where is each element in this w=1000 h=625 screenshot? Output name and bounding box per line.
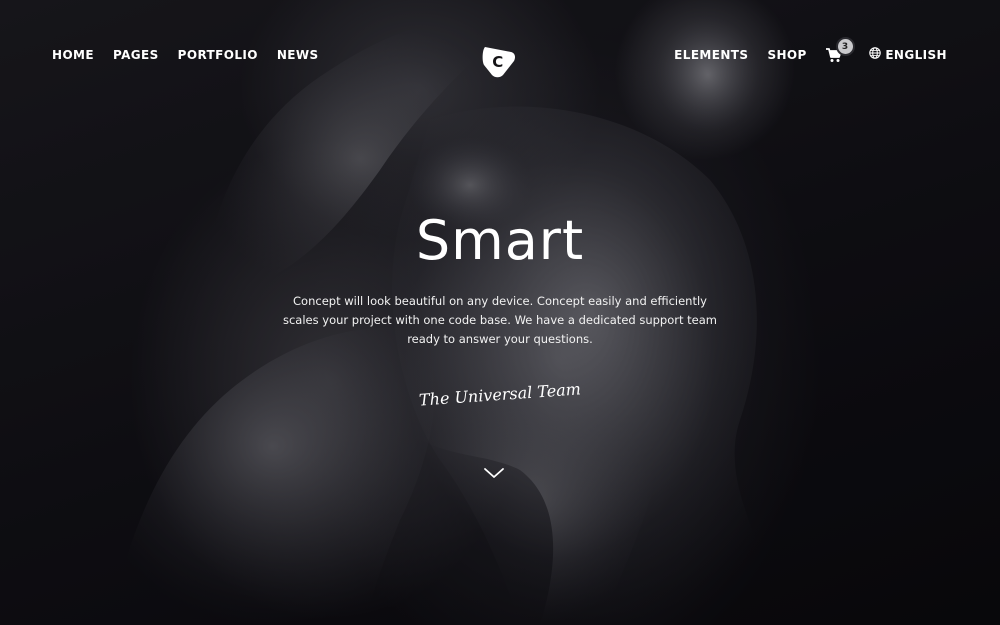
cart-button[interactable]: 3 xyxy=(825,37,855,63)
cart-count-badge: 3 xyxy=(835,37,855,56)
language-label: ENGLISH xyxy=(885,48,947,62)
signature-text: The Universal Team xyxy=(418,379,581,409)
nav-elements[interactable]: ELEMENTS xyxy=(674,47,748,63)
top-navigation: HOME PAGES PORTFOLIO NEWS C ELEMENTS SHO… xyxy=(0,0,1000,110)
language-selector[interactable]: ENGLISH xyxy=(868,47,947,63)
nav-portfolio[interactable]: PORTFOLIO xyxy=(178,47,258,63)
logo-icon: C xyxy=(482,47,515,78)
logo-letter: C xyxy=(492,53,503,71)
signature-label: The Universal Team xyxy=(418,379,581,409)
chevron-down-icon xyxy=(484,468,504,478)
hero-title: Smart xyxy=(415,209,585,272)
nav-pages[interactable]: PAGES xyxy=(113,47,159,63)
nav-home[interactable]: HOME xyxy=(52,47,94,63)
main-menu: HOME PAGES PORTFOLIO NEWS xyxy=(52,47,319,63)
nav-news[interactable]: NEWS xyxy=(277,47,319,63)
secondary-menu: ELEMENTS SHOP 3 ENGLISH xyxy=(674,37,947,63)
site-logo[interactable]: C xyxy=(481,44,517,78)
nav-shop[interactable]: SHOP xyxy=(767,47,806,63)
hero-description: Concept will look beautiful on any devic… xyxy=(282,294,717,346)
globe-icon xyxy=(868,47,881,59)
scroll-down-button[interactable] xyxy=(483,466,505,480)
